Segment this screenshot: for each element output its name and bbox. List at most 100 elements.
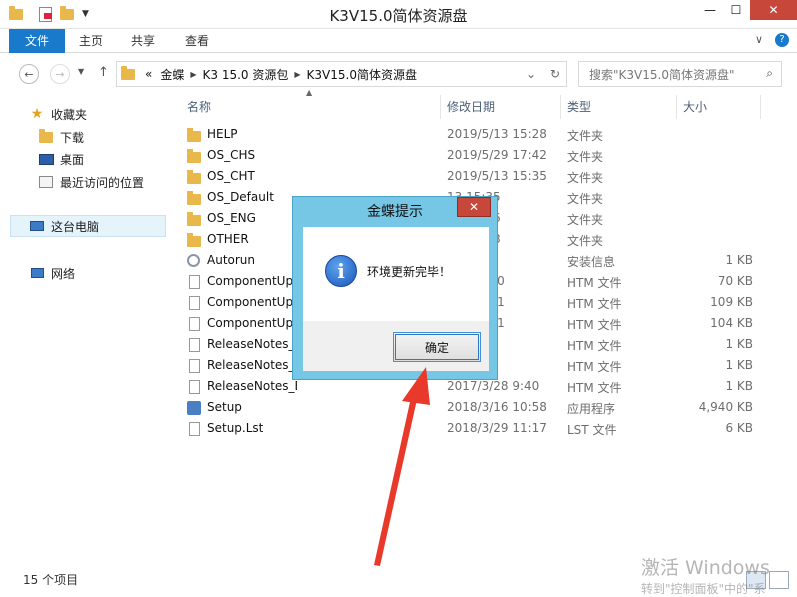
arrow-shaft (374, 393, 418, 566)
file-name: ComponentUp (207, 316, 294, 330)
search-input[interactable]: 搜索"K3V15.0简体资源盘" ⌕ (578, 61, 782, 87)
minimize-button[interactable]: — (698, 0, 722, 20)
message-dialog: 金蝶提示 ✕ i 环境更新完毕！ 确定 (292, 196, 498, 380)
file-type: 文件夹 (567, 234, 604, 248)
window-title: K3V15.0简体资源盘 (329, 7, 468, 25)
back-button[interactable]: ← (19, 64, 39, 84)
large-icons-view-icon[interactable] (769, 571, 789, 589)
ribbon-tabs: 文件 主页 共享 查看 ∨ ? (0, 29, 797, 53)
file-size: 70 KB (717, 274, 753, 288)
file-row[interactable]: ReleaseNotes_ENG 2017/3/28 9:40 HTM 文件 1 KB (183, 377, 763, 398)
file-type: 文件夹 (567, 213, 604, 227)
file-size: 1 KB (725, 253, 753, 267)
dialog-message: 环境更新完毕！ (367, 265, 452, 279)
title-bar: ▼ K3V15.0简体资源盘 — ☐ ✕ (0, 0, 797, 29)
dialog-close-button[interactable]: ✕ (457, 197, 491, 217)
recent-places-icon (38, 175, 54, 189)
folder-icon (187, 128, 201, 142)
folder-icon (121, 65, 135, 80)
nav-network[interactable]: 网络 (29, 263, 75, 283)
up-button[interactable]: ↑ (98, 65, 109, 80)
file-size: 6 KB (725, 421, 753, 435)
nav-downloads[interactable]: 下载 (38, 127, 84, 147)
file-type: LST 文件 (567, 423, 617, 437)
breadcrumb-current[interactable]: K3V15.0简体资源盘 (307, 66, 417, 83)
file-type: HTM 文件 (567, 360, 622, 374)
file-size: 1 KB (725, 358, 753, 372)
document-icon (189, 296, 200, 310)
column-header-size[interactable]: 大小 (679, 95, 761, 119)
file-type: 文件夹 (567, 129, 604, 143)
forward-button[interactable]: → (50, 64, 70, 84)
file-date: 2017/3/28 9:40 (447, 379, 540, 393)
file-row[interactable]: OS_CHS 2019/5/29 17:42 文件夹 (183, 146, 763, 167)
file-name: OS_Default (207, 190, 274, 204)
file-date: 2018/3/16 10:58 (447, 400, 547, 414)
file-name: OS_ENG (207, 211, 256, 225)
file-size: 104 KB (710, 316, 753, 330)
tab-file[interactable]: 文件 (9, 29, 65, 53)
activation-watermark-title: 激活 Windows (641, 557, 770, 579)
search-placeholder: 搜索"K3V15.0简体资源盘" (589, 67, 735, 82)
document-icon (189, 317, 200, 331)
close-button[interactable]: ✕ (750, 0, 797, 20)
file-type: HTM 文件 (567, 297, 622, 311)
address-row: ← → ▼ ↑ « 金蝶 ▶ K3 15.0 资源包 ▶ K3V15.0简体资源… (0, 53, 797, 95)
folder-icon (187, 191, 201, 205)
file-type: 文件夹 (567, 192, 604, 206)
ribbon-expand-icon[interactable]: ∨ (755, 33, 763, 46)
file-date: 2019/5/29 17:42 (447, 148, 547, 162)
column-header-name[interactable]: 名称 (183, 95, 441, 119)
nav-recent-label: 最近访问的位置 (60, 175, 145, 190)
breadcrumb-separator-icon[interactable]: ▶ (190, 70, 196, 79)
breadcrumb-k3-package[interactable]: K3 15.0 资源包 (203, 66, 289, 83)
column-header-date[interactable]: 修改日期 (443, 95, 561, 119)
file-name: ReleaseNotes_ (207, 337, 295, 351)
folder-icon (187, 233, 201, 247)
file-type: HTM 文件 (567, 318, 622, 332)
file-type: 文件夹 (567, 150, 604, 164)
network-icon (29, 266, 45, 280)
folder-icon (187, 149, 201, 163)
file-type: 文件夹 (567, 171, 604, 185)
tab-view[interactable]: 查看 (174, 29, 220, 53)
breadcrumb-separator-icon[interactable]: ▶ (294, 70, 300, 79)
nav-favorites[interactable]: ★ 收藏夹 (29, 104, 87, 124)
recent-dropdown-icon[interactable]: ▼ (78, 67, 84, 76)
nav-recent[interactable]: 最近访问的位置 (38, 172, 144, 192)
breadcrumb-overflow[interactable]: « (145, 67, 152, 81)
nav-this-pc[interactable]: 这台电脑 (10, 215, 166, 237)
file-row[interactable]: Setup 2018/3/16 10:58 应用程序 4,940 KB (183, 398, 763, 419)
file-type: 安装信息 (567, 255, 616, 269)
gear-icon (187, 254, 200, 267)
file-type: 应用程序 (567, 402, 616, 416)
column-header-type[interactable]: 类型 (563, 95, 677, 119)
address-dropdown-icon[interactable]: ⌄ (526, 67, 536, 81)
tab-home[interactable]: 主页 (68, 29, 114, 53)
maximize-button[interactable]: ☐ (724, 0, 748, 20)
file-size: 4,940 KB (698, 400, 753, 414)
tab-share[interactable]: 共享 (120, 29, 166, 53)
file-row[interactable]: Setup.Lst 2018/3/29 11:17 LST 文件 6 KB (183, 419, 763, 440)
file-name: OTHER (207, 232, 249, 246)
search-icon[interactable]: ⌕ (766, 66, 773, 81)
address-bar[interactable]: « 金蝶 ▶ K3 15.0 资源包 ▶ K3V15.0简体资源盘 ⌄ ↻ (116, 61, 567, 87)
file-size: 109 KB (710, 295, 753, 309)
item-count: 15 个项目 (23, 573, 79, 587)
file-date: 2019/5/13 15:35 (447, 169, 547, 183)
file-name: ComponentUp (207, 274, 294, 288)
file-name: OS_CHS (207, 148, 256, 162)
nav-desktop-label: 桌面 (60, 152, 85, 167)
help-icon[interactable]: ? (775, 33, 789, 47)
nav-this-pc-label: 这台电脑 (51, 219, 100, 234)
file-row[interactable]: HELP 2019/5/13 15:28 文件夹 (183, 125, 763, 146)
file-type: HTM 文件 (567, 276, 622, 290)
nav-downloads-label: 下载 (60, 130, 85, 145)
breadcrumb-kingdee[interactable]: 金蝶 (160, 66, 184, 83)
file-name: Setup.Lst (207, 421, 264, 435)
nav-desktop[interactable]: 桌面 (38, 149, 84, 169)
file-name: HELP (207, 127, 238, 141)
document-icon (189, 275, 200, 289)
file-row[interactable]: OS_CHT 2019/5/13 15:35 文件夹 (183, 167, 763, 188)
refresh-icon[interactable]: ↻ (550, 67, 560, 81)
